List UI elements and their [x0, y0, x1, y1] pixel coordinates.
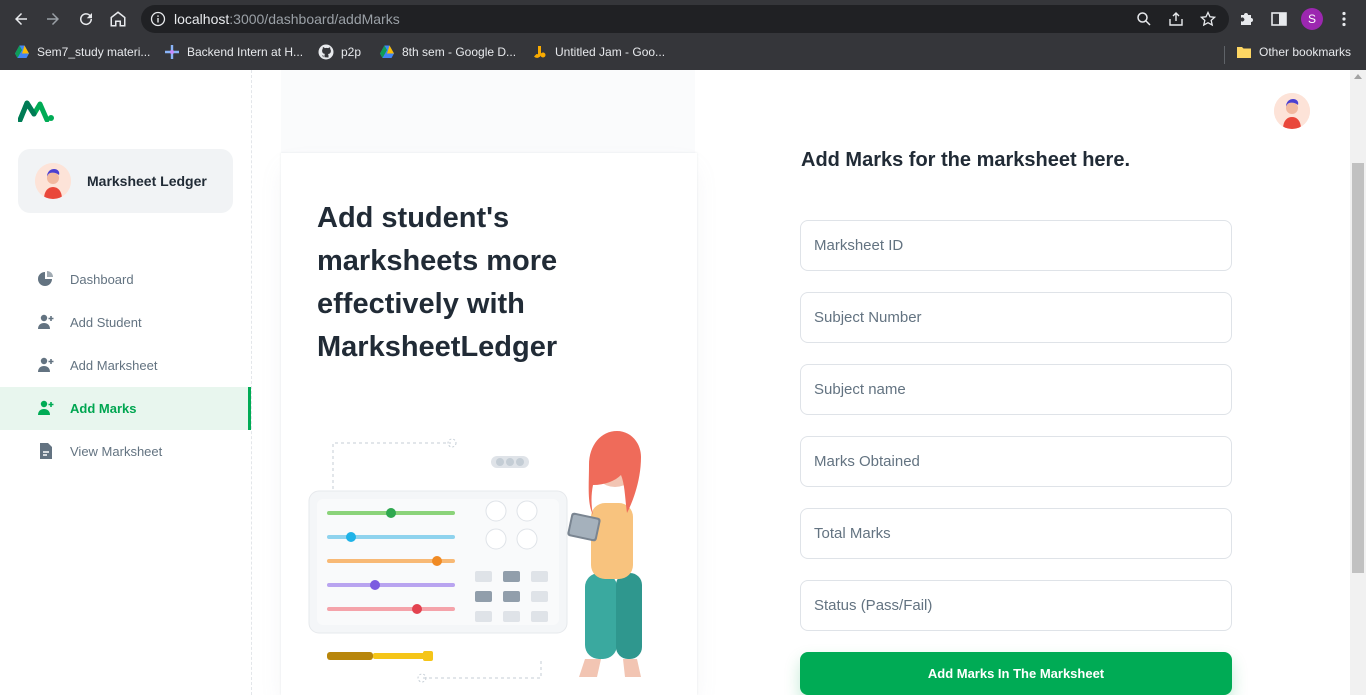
jamboard-icon: [534, 46, 546, 58]
zoom-icon[interactable]: [1136, 11, 1152, 27]
add-user-icon: [38, 314, 54, 329]
add-user-icon: [38, 357, 54, 372]
sidebar-item-label: Add Marks: [70, 401, 137, 416]
info-icon[interactable]: [150, 11, 166, 27]
bookmark-item[interactable]: Untitled Jam - Goo...: [532, 44, 665, 60]
hero-card: Add student's marksheets more effectivel…: [281, 153, 697, 695]
github-icon: [318, 44, 334, 60]
browser-toolbar: localhost:3000/dashboard/addMarks S: [0, 0, 1366, 38]
sidebar-nav: Dashboard Add Student Add Marksheet Add …: [0, 258, 251, 473]
other-bookmarks[interactable]: Other bookmarks: [1236, 44, 1351, 60]
bookmark-label: p2p: [341, 45, 362, 59]
home-icon[interactable]: [107, 8, 129, 30]
url-host: localhost: [174, 11, 230, 27]
header-avatar[interactable]: [1274, 93, 1310, 129]
user-avatar-icon: [35, 163, 71, 199]
sidebar-item-label: Add Marksheet: [70, 358, 158, 373]
sparkle-icon: [165, 45, 179, 59]
star-icon[interactable]: [1200, 11, 1216, 27]
back-icon[interactable]: [10, 8, 32, 30]
marksheet-id-field[interactable]: [800, 220, 1232, 271]
sidebar-item-label: View Marksheet: [70, 444, 163, 459]
dashboard-illustration: [308, 431, 642, 683]
total-marks-field[interactable]: [800, 508, 1232, 559]
form-title: Add Marks for the marksheet here.: [801, 149, 1130, 171]
sidebar-item-add-marks[interactable]: Add Marks: [0, 387, 251, 430]
add-user-icon: [38, 400, 54, 415]
google-drive-icon: [15, 45, 29, 58]
bookmark-item[interactable]: Backend Intern at H...: [164, 44, 303, 60]
url-text: localhost:3000/dashboard/addMarks: [174, 11, 400, 27]
bookmarks-bar: Sem7_study materi... Backend Intern at H…: [0, 38, 1366, 70]
address-bar[interactable]: localhost:3000/dashboard/addMarks: [141, 5, 1229, 33]
reload-icon[interactable]: [75, 8, 97, 30]
avatar: [35, 163, 71, 199]
side-panel-icon[interactable]: [1270, 10, 1288, 28]
profile-avatar[interactable]: S: [1301, 8, 1323, 30]
sidebar-item-view-marksheet[interactable]: View Marksheet: [0, 430, 251, 473]
sidebar-item-dashboard[interactable]: Dashboard: [0, 258, 251, 301]
sidebar-item-label: Dashboard: [70, 272, 134, 287]
bookmark-label: 8th sem - Google D...: [402, 45, 517, 59]
bookmark-label: Sem7_study materi...: [37, 45, 151, 59]
share-icon[interactable]: [1168, 11, 1184, 27]
folder-icon: [1237, 47, 1251, 58]
user-avatar-icon: [1274, 93, 1310, 129]
bookmark-item[interactable]: 8th sem - Google D...: [379, 44, 516, 60]
pie-chart-icon: [38, 271, 53, 286]
forward-icon[interactable]: [42, 8, 64, 30]
bookmarks-divider: [1224, 46, 1225, 64]
sidebar-item-add-marksheet[interactable]: Add Marksheet: [0, 344, 251, 387]
subject-number-field[interactable]: [800, 292, 1232, 343]
subject-name-field[interactable]: [800, 364, 1232, 415]
bookmark-label: Backend Intern at H...: [187, 45, 304, 59]
menu-icon[interactable]: [1335, 10, 1353, 28]
url-path: :3000/dashboard/addMarks: [229, 11, 400, 27]
google-drive-icon: [380, 45, 394, 58]
hero-top-strip: [281, 70, 695, 153]
page: Marksheet Ledger Dashboard Add Student A…: [0, 70, 1366, 695]
browser-chrome: localhost:3000/dashboard/addMarks S Sem7…: [0, 0, 1366, 70]
page-scrollbar[interactable]: [1350, 70, 1366, 695]
app-logo[interactable]: [18, 98, 56, 122]
scroll-up-icon[interactable]: [1354, 74, 1362, 79]
bookmark-item[interactable]: p2p: [318, 44, 361, 60]
sidebar: Marksheet Ledger Dashboard Add Student A…: [0, 70, 252, 695]
marks-obtained-field[interactable]: [800, 436, 1232, 487]
account-card[interactable]: Marksheet Ledger: [18, 149, 233, 213]
extensions-icon[interactable]: [1238, 10, 1256, 28]
sidebar-item-add-student[interactable]: Add Student: [0, 301, 251, 344]
scrollbar-thumb[interactable]: [1352, 163, 1364, 573]
add-marks-button[interactable]: Add Marks In The Marksheet: [800, 652, 1232, 695]
hero-title: Add student's marksheets more effectivel…: [317, 202, 558, 363]
status-field[interactable]: [800, 580, 1232, 631]
sidebar-item-label: Add Student: [70, 315, 142, 330]
other-bookmarks-label: Other bookmarks: [1259, 45, 1352, 59]
document-icon: [40, 443, 52, 459]
account-name: Marksheet Ledger: [87, 173, 207, 189]
bookmark-item[interactable]: Sem7_study materi...: [14, 44, 150, 60]
bookmark-label: Untitled Jam - Goo...: [555, 45, 666, 59]
